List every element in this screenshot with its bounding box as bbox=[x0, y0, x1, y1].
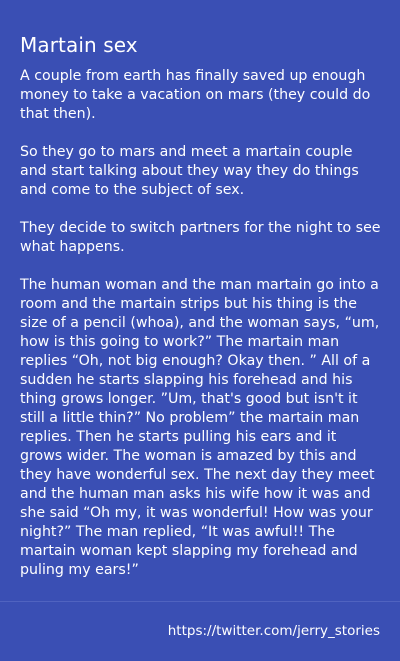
twitter-link[interactable]: https://twitter.com/jerry_stories bbox=[168, 622, 380, 640]
story-paragraph-3: They decide to switch partners for the n… bbox=[20, 220, 381, 255]
story-paragraph-1: A couple from earth has finally saved up… bbox=[20, 68, 371, 122]
story-card: Martain sex A couple from earth has fina… bbox=[0, 0, 400, 661]
footer-divider bbox=[0, 601, 400, 602]
story-title: Martain sex bbox=[20, 33, 138, 57]
story-paragraph-2: So they go to mars and meet a martain co… bbox=[20, 144, 359, 198]
story-body: A couple from earth has finally saved up… bbox=[20, 67, 382, 580]
story-paragraph-4: The human woman and the man martain go i… bbox=[20, 277, 380, 578]
